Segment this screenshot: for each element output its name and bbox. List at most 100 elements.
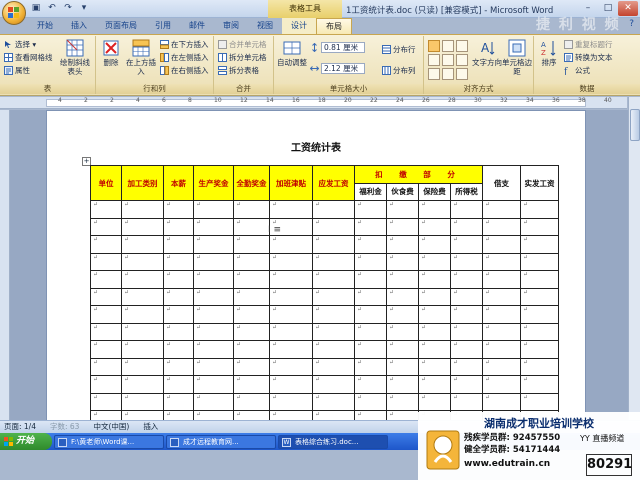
- table-cell[interactable]: ↵: [312, 375, 355, 394]
- table-cell[interactable]: ↵: [520, 287, 559, 306]
- table-cell[interactable]: ↵: [90, 252, 122, 271]
- table-cell[interactable]: ↵: [163, 392, 194, 411]
- tab-design[interactable]: 设计: [282, 18, 316, 34]
- table-cell[interactable]: ↵: [233, 322, 270, 341]
- table-cell[interactable]: ↵: [354, 392, 387, 411]
- table-cell[interactable]: ↵: [90, 270, 122, 289]
- header-cell-deductions[interactable]: 扣 缴 部 分: [354, 165, 483, 184]
- table-cell[interactable]: ↵: [354, 200, 387, 219]
- text-direction-button[interactable]: A 文字方向: [472, 39, 502, 67]
- header-cell-gross-pay[interactable]: 应发工资: [312, 165, 355, 201]
- table-cell[interactable]: ↵: [354, 217, 387, 236]
- status-insert-mode[interactable]: 插入: [143, 421, 158, 433]
- table-cell[interactable]: ↵: [163, 410, 194, 420]
- align-bottom-right-button[interactable]: [456, 68, 468, 80]
- table-cell[interactable]: ↵: [269, 287, 313, 306]
- align-top-left-button[interactable]: [428, 40, 440, 52]
- table-cell[interactable]: ↵: [193, 270, 234, 289]
- table-cell[interactable]: ↵: [163, 375, 194, 394]
- table-cell[interactable]: ↵: [482, 270, 521, 289]
- table-cell[interactable]: ↵: [163, 235, 194, 254]
- table-cell[interactable]: ↵: [418, 287, 451, 306]
- repeat-header-rows-button[interactable]: 重复标题行: [564, 39, 613, 50]
- table-cell[interactable]: ↵: [269, 322, 313, 341]
- table-cell[interactable]: ↵: [121, 410, 164, 420]
- header-cell-process-type[interactable]: 加工类别: [121, 165, 164, 201]
- table-cell[interactable]: ↵: [450, 375, 483, 394]
- table-cell[interactable]: ↵: [312, 252, 355, 271]
- table-cell[interactable]: ↵: [418, 200, 451, 219]
- tab-page-layout[interactable]: 页面布局: [96, 18, 146, 34]
- table-cell[interactable]: ↵: [312, 357, 355, 376]
- row-height-field[interactable]: 0.81 厘米: [310, 42, 365, 53]
- table-cell[interactable]: ↵: [520, 392, 559, 411]
- table-cell[interactable]: ↵: [482, 322, 521, 341]
- table-cell[interactable]: ↵: [233, 270, 270, 289]
- distribute-columns-button[interactable]: 分布列: [382, 65, 416, 76]
- table-cell[interactable]: ↵: [163, 322, 194, 341]
- salary-table[interactable]: 单位 加工类别 本薪 生产奖金 全勤奖金 加班津贴 应发工资 扣 缴 部 分 借…: [90, 165, 559, 420]
- table-cell[interactable]: ↵: [520, 340, 559, 359]
- header-cell-unit[interactable]: 单位: [90, 165, 122, 201]
- align-middle-right-button[interactable]: [456, 54, 468, 66]
- table-cell[interactable]: ↵: [269, 270, 313, 289]
- vertical-ruler[interactable]: [0, 110, 10, 420]
- table-cell[interactable]: ↵: [233, 200, 270, 219]
- status-word-count[interactable]: 字数: 63: [50, 421, 79, 433]
- vertical-scrollbar[interactable]: [628, 97, 640, 420]
- split-cells-button[interactable]: 拆分单元格: [218, 52, 267, 63]
- delete-button[interactable]: 删除: [100, 39, 122, 67]
- autofit-button[interactable]: 自动调整: [277, 39, 307, 67]
- table-cell[interactable]: ↵: [520, 322, 559, 341]
- table-cell[interactable]: ↵: [121, 287, 164, 306]
- table-cell[interactable]: ↵: [163, 305, 194, 324]
- table-cell[interactable]: ↵: [520, 252, 559, 271]
- table-cell[interactable]: ↵: [193, 305, 234, 324]
- table-cell[interactable]: ↵: [163, 357, 194, 376]
- tab-home[interactable]: 开始: [28, 18, 62, 34]
- insert-above-button[interactable]: 在上方插入: [126, 39, 156, 76]
- table-cell[interactable]: ↵: [450, 217, 483, 236]
- table-cell[interactable]: ↵: [233, 252, 270, 271]
- subheader-cell-meals[interactable]: 伙食费: [386, 182, 419, 201]
- table-cell[interactable]: ↵: [90, 235, 122, 254]
- table-cell[interactable]: ↵: [354, 252, 387, 271]
- table-cell[interactable]: ↵: [482, 392, 521, 411]
- table-cell[interactable]: ↵: [312, 270, 355, 289]
- redo-icon[interactable]: ↷: [62, 2, 74, 14]
- table-cell[interactable]: ↵: [233, 305, 270, 324]
- table-cell[interactable]: ↵: [121, 305, 164, 324]
- table-cell[interactable]: ↵: [312, 322, 355, 341]
- table-cell[interactable]: ↵: [163, 270, 194, 289]
- table-cell[interactable]: ↵: [482, 287, 521, 306]
- table-cell[interactable]: ↵: [450, 252, 483, 271]
- table-cell[interactable]: ↵: [269, 252, 313, 271]
- table-cell[interactable]: ↵: [386, 305, 419, 324]
- table-cell[interactable]: ↵: [418, 252, 451, 271]
- status-page[interactable]: 页面: 1/4: [4, 421, 36, 433]
- table-cell[interactable]: ↵: [386, 322, 419, 341]
- table-cell[interactable]: ↵: [354, 305, 387, 324]
- table-cell[interactable]: ↵: [121, 375, 164, 394]
- table-cell[interactable]: ↵: [193, 252, 234, 271]
- table-cell[interactable]: ↵: [233, 410, 270, 420]
- insert-left-button[interactable]: 在左侧插入: [160, 52, 209, 63]
- table-cell[interactable]: ↵: [520, 305, 559, 324]
- table-cell[interactable]: ↵: [450, 200, 483, 219]
- table-cell[interactable]: ↵: [90, 200, 122, 219]
- select-button[interactable]: 选择 ▾: [4, 39, 36, 50]
- insert-right-button[interactable]: 在右侧插入: [160, 65, 209, 76]
- table-cell[interactable]: ↵: [386, 357, 419, 376]
- table-cell[interactable]: ↵: [482, 357, 521, 376]
- table-cell[interactable]: ↵: [482, 305, 521, 324]
- table-cell[interactable]: ↵: [386, 392, 419, 411]
- header-cell-production-bonus[interactable]: 生产奖金: [193, 165, 234, 201]
- table-cell[interactable]: ↵: [193, 322, 234, 341]
- table-cell[interactable]: ↵: [233, 235, 270, 254]
- table-cell[interactable]: ↵: [450, 340, 483, 359]
- merge-cells-button[interactable]: 合并单元格: [218, 39, 267, 50]
- table-cell[interactable]: ↵: [386, 287, 419, 306]
- table-cell[interactable]: ↵: [482, 235, 521, 254]
- table-cell[interactable]: ↵: [354, 410, 387, 420]
- table-cell[interactable]: ↵: [121, 270, 164, 289]
